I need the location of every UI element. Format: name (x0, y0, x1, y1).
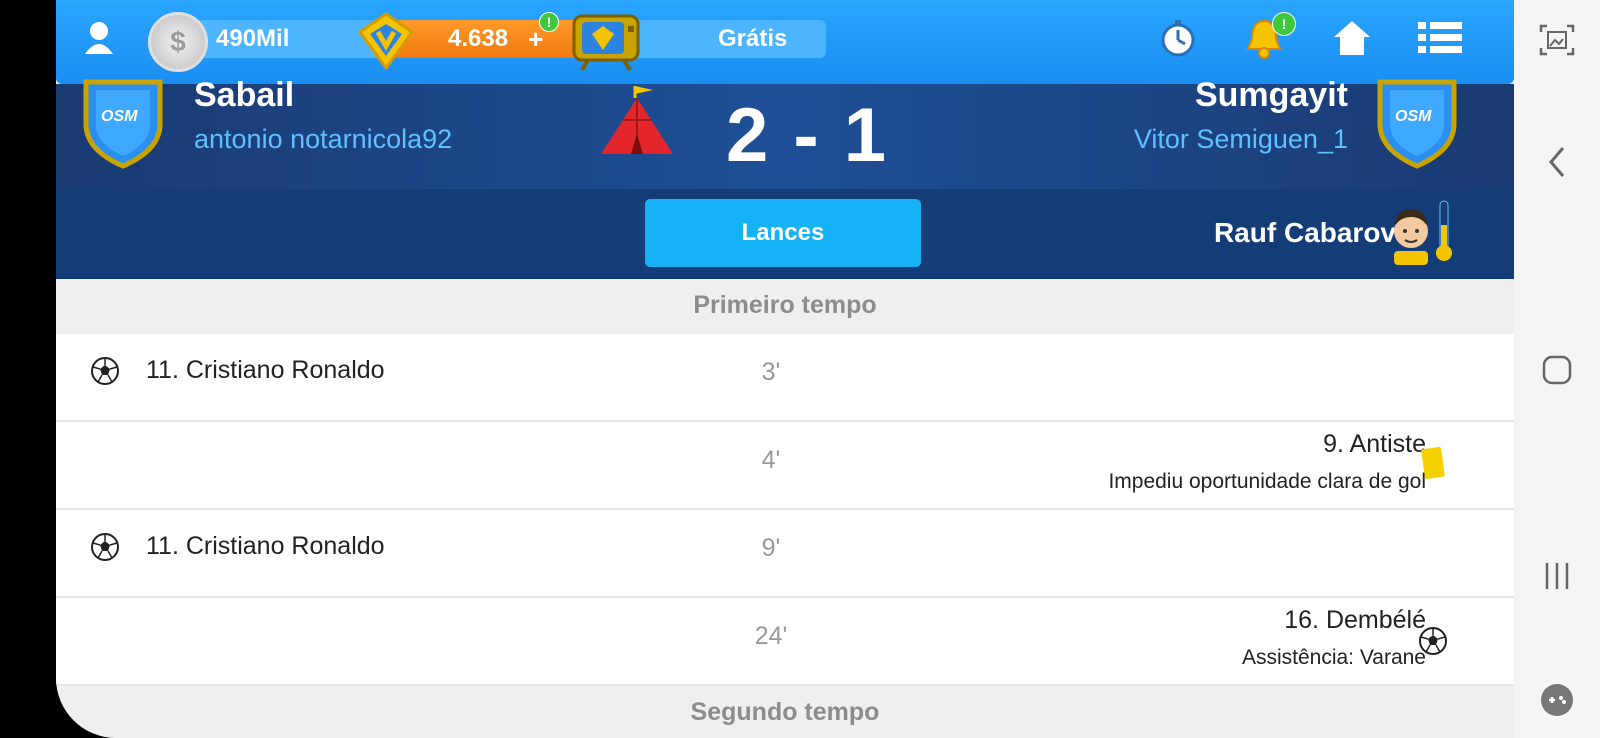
top-bar: 490Mil $ 4.638 + ! Grátis ! (56, 0, 1514, 84)
event-detail: Impediu oportunidade clara de gol (1108, 470, 1426, 493)
menu-icon[interactable] (1418, 16, 1462, 60)
profile-icon[interactable] (82, 20, 116, 56)
game-screen: 490Mil $ 4.638 + ! Grátis ! OSM Sabail a… (56, 0, 1514, 738)
event-row[interactable]: 11. Cristiano Ronaldo 3' (56, 334, 1514, 422)
event-detail: Assistência: Varane (1241, 646, 1426, 669)
gems-alert-badge: ! (539, 12, 559, 32)
free-label: Grátis (718, 25, 788, 52)
free-offer-button[interactable]: Grátis (614, 20, 826, 58)
home-team-name[interactable]: Sabail (194, 76, 294, 115)
away-crest[interactable]: OSM (1372, 78, 1462, 170)
event-player: 9. Antiste (1323, 430, 1426, 458)
away-team-name[interactable]: Sumgayit (1195, 76, 1348, 115)
referee-avatar[interactable] (1388, 203, 1434, 265)
screenshot-icon[interactable] (1514, 20, 1600, 60)
gems-value: 4.638 (448, 25, 509, 52)
notification-badge: ! (1272, 12, 1296, 36)
away-manager-name[interactable]: Vitor Semiguen_1 (1134, 124, 1348, 155)
soccer-ball-icon (1419, 627, 1447, 655)
home-manager-name[interactable]: antonio notarnicola92 (194, 124, 452, 155)
event-row[interactable]: 11. Cristiano Ronaldo 9' (56, 510, 1514, 598)
event-row[interactable]: 9. Antiste Impediu oportunidade clara de… (56, 422, 1514, 510)
yellow-card-icon (1421, 447, 1445, 479)
event-minute: 9' (761, 534, 781, 562)
system-navigation-bar (1514, 0, 1600, 738)
event-minute: 24' (754, 622, 788, 650)
section-first-half: Primeiro tempo (693, 290, 877, 319)
tab-lances[interactable]: Lances (645, 199, 921, 267)
event-player: 16. Dembélé (1284, 606, 1426, 634)
soccer-ball-icon (91, 357, 119, 385)
coins-value: 490Mil (216, 25, 290, 52)
event-minute: 4' (761, 446, 781, 474)
event-player: 11. Cristiano Ronaldo (146, 356, 385, 384)
back-icon[interactable] (1514, 142, 1600, 182)
referee-name: Rauf Cabarov (1213, 217, 1396, 248)
home-crest[interactable]: OSM (78, 78, 168, 170)
game-tools-icon[interactable] (1514, 680, 1600, 720)
stopwatch-icon[interactable] (1156, 16, 1200, 60)
event-row[interactable]: 16. Dembélé Assistência: Varane 24' (56, 598, 1514, 686)
home-nav-icon[interactable] (1514, 350, 1600, 390)
coin-icon: $ (148, 12, 208, 72)
away-crest-label: OSM (1395, 108, 1432, 125)
home-icon[interactable] (1330, 16, 1374, 60)
stadium-tent-icon (599, 84, 677, 156)
event-minute: 3' (761, 358, 781, 386)
thermometer-icon (1434, 199, 1454, 263)
tab-bar: Lances Rauf Cabarov (56, 189, 1514, 279)
gem-icon (356, 12, 416, 71)
event-player: 11. Cristiano Ronaldo (146, 532, 385, 560)
match-score: 2 - 1 (726, 93, 889, 178)
home-crest-label: OSM (101, 108, 138, 125)
section-second-half: Segundo tempo (690, 697, 880, 726)
tv-icon (570, 12, 642, 72)
soccer-ball-icon (91, 533, 119, 561)
recent-apps-icon[interactable] (1514, 556, 1600, 596)
